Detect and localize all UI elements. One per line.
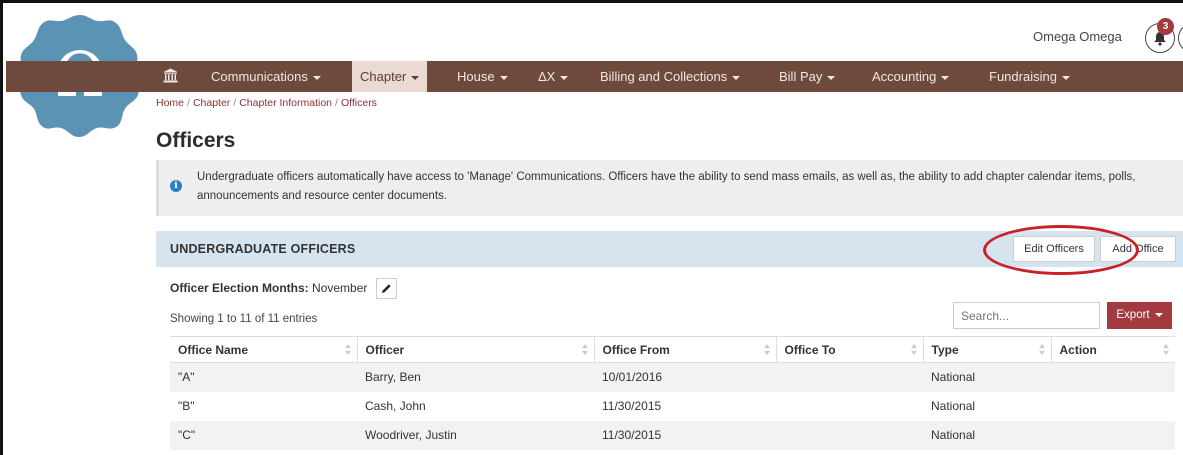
nav-communications[interactable]: Communications (211, 61, 321, 92)
cell-office-name: "A" (170, 362, 357, 392)
table-row: "C" Woodriver, Justin 11/30/2015 Nationa… (170, 420, 1175, 450)
breadcrumb-chapter[interactable]: Chapter (193, 97, 230, 109)
column-office-from[interactable]: Office From (593, 336, 776, 363)
table-row: "A" Barry, Ben 10/01/2016 National (170, 362, 1175, 392)
caret-down-icon (827, 75, 836, 80)
election-value: November (312, 281, 368, 295)
sort-icon (1038, 344, 1045, 356)
column-type[interactable]: Type (922, 336, 1051, 363)
election-label: Officer Election Months: (170, 281, 309, 295)
caret-down-icon (499, 75, 508, 80)
cell-office-from: 11/30/2015 (602, 399, 662, 413)
page-title: Officers (156, 129, 236, 152)
entries-info: Showing 1 to 11 of 11 entries (170, 313, 318, 325)
user-name[interactable]: Omega Omega (1033, 29, 1122, 44)
nav-fundraising[interactable]: Fundraising (989, 61, 1070, 92)
cell-action (1051, 420, 1175, 450)
column-label: Action (1059, 342, 1097, 357)
column-office-to[interactable]: Office To (775, 336, 923, 363)
column-office-name[interactable]: Office Name (170, 336, 357, 363)
caret-down-icon (312, 75, 321, 80)
column-label: Office Name (178, 342, 249, 357)
cell-office-to (776, 392, 923, 421)
nav-communications-label: Communications (211, 69, 308, 84)
cell-type: National (923, 362, 1051, 392)
nav-fundraising-label: Fundraising (989, 69, 1057, 84)
table-header-row: Office Name Officer Office From Office T… (170, 336, 1175, 363)
export-button[interactable]: Export (1107, 302, 1172, 329)
info-alert-text: Undergraduate officers automatically hav… (197, 171, 1136, 202)
nav-accounting-label: Accounting (872, 69, 937, 84)
cell-office-from: 10/01/2016 (594, 362, 776, 392)
cell-type: National (931, 399, 976, 413)
breadcrumb: Home / Chapter / Chapter Information / Officer… (156, 97, 377, 109)
app-frame: Ω Omega Omega 3 Communications Chapter H… (0, 0, 1183, 455)
home-bank-icon[interactable] (163, 68, 178, 83)
notification-count-badge: 3 (1157, 18, 1174, 35)
caret-down-icon (560, 75, 569, 80)
cell-office-name: "B" (178, 399, 195, 413)
nav-chapter-label: Chapter (360, 69, 407, 84)
user-menu-button[interactable] (1178, 23, 1183, 53)
sort-icon (763, 344, 770, 356)
nav-bill-pay[interactable]: Bill Pay (779, 61, 836, 92)
sort-icon (344, 344, 351, 356)
section-title: UNDERGRADUATE OFFICERS (170, 242, 356, 256)
info-icon: i (170, 180, 182, 192)
nav-billing-label: Billing and Collections (600, 69, 728, 84)
highlight-circle-annotation (983, 225, 1139, 275)
caret-down-icon (411, 75, 420, 80)
cell-office-to (776, 362, 923, 392)
column-label: Office To (784, 342, 836, 357)
cell-type: National (923, 420, 1051, 450)
nav-house[interactable]: House (457, 61, 508, 92)
cell-office-from: 11/30/2015 (594, 420, 776, 450)
info-alert: i Undergraduate officers automatically h… (156, 160, 1183, 216)
export-label: Export (1116, 309, 1150, 321)
main-nav: Communications Chapter House ΔX Billing … (6, 61, 1183, 92)
nav-billing-collections[interactable]: Billing and Collections (600, 61, 741, 92)
column-action[interactable]: Action (1050, 336, 1175, 363)
nav-chapter[interactable]: Chapter (352, 61, 428, 92)
column-label: Type (931, 342, 959, 357)
caret-down-icon (732, 75, 741, 80)
officers-table: Office Name Officer Office From Office T… (170, 336, 1175, 450)
breadcrumb-chapter-information[interactable]: Chapter Information (239, 97, 332, 109)
nav-delta-chi-label: ΔX (538, 69, 556, 84)
cell-officer: Barry, Ben (357, 362, 594, 392)
sort-icon (1163, 344, 1169, 356)
caret-down-icon (1061, 75, 1070, 80)
cell-office-name: "C" (170, 420, 357, 450)
pencil-icon (382, 284, 391, 293)
cell-action (1051, 392, 1175, 421)
cell-office-to (776, 420, 923, 450)
table-row: "B" Cash, John 11/30/2015 National (170, 392, 1175, 421)
nav-delta-chi[interactable]: ΔX (538, 61, 569, 92)
breadcrumb-home[interactable]: Home (156, 97, 184, 109)
column-officer[interactable]: Officer (356, 336, 594, 363)
search-input[interactable] (953, 302, 1100, 329)
edit-election-months-button[interactable] (376, 278, 397, 299)
cell-officer: Cash, John (365, 399, 426, 413)
nav-accounting[interactable]: Accounting (872, 61, 950, 92)
sort-icon (581, 344, 588, 356)
officer-election-months: Officer Election Months: November (170, 281, 367, 295)
breadcrumb-current: Officers (340, 97, 377, 109)
caret-down-icon (1154, 312, 1163, 317)
nav-house-label: House (457, 69, 495, 84)
cell-action (1051, 362, 1175, 392)
caret-down-icon (941, 75, 950, 80)
sort-icon (910, 344, 917, 356)
column-label: Officer (365, 342, 405, 357)
column-label: Office From (602, 342, 670, 357)
nav-bill-pay-label: Bill Pay (779, 69, 823, 84)
cell-officer: Woodriver, Justin (357, 420, 594, 450)
